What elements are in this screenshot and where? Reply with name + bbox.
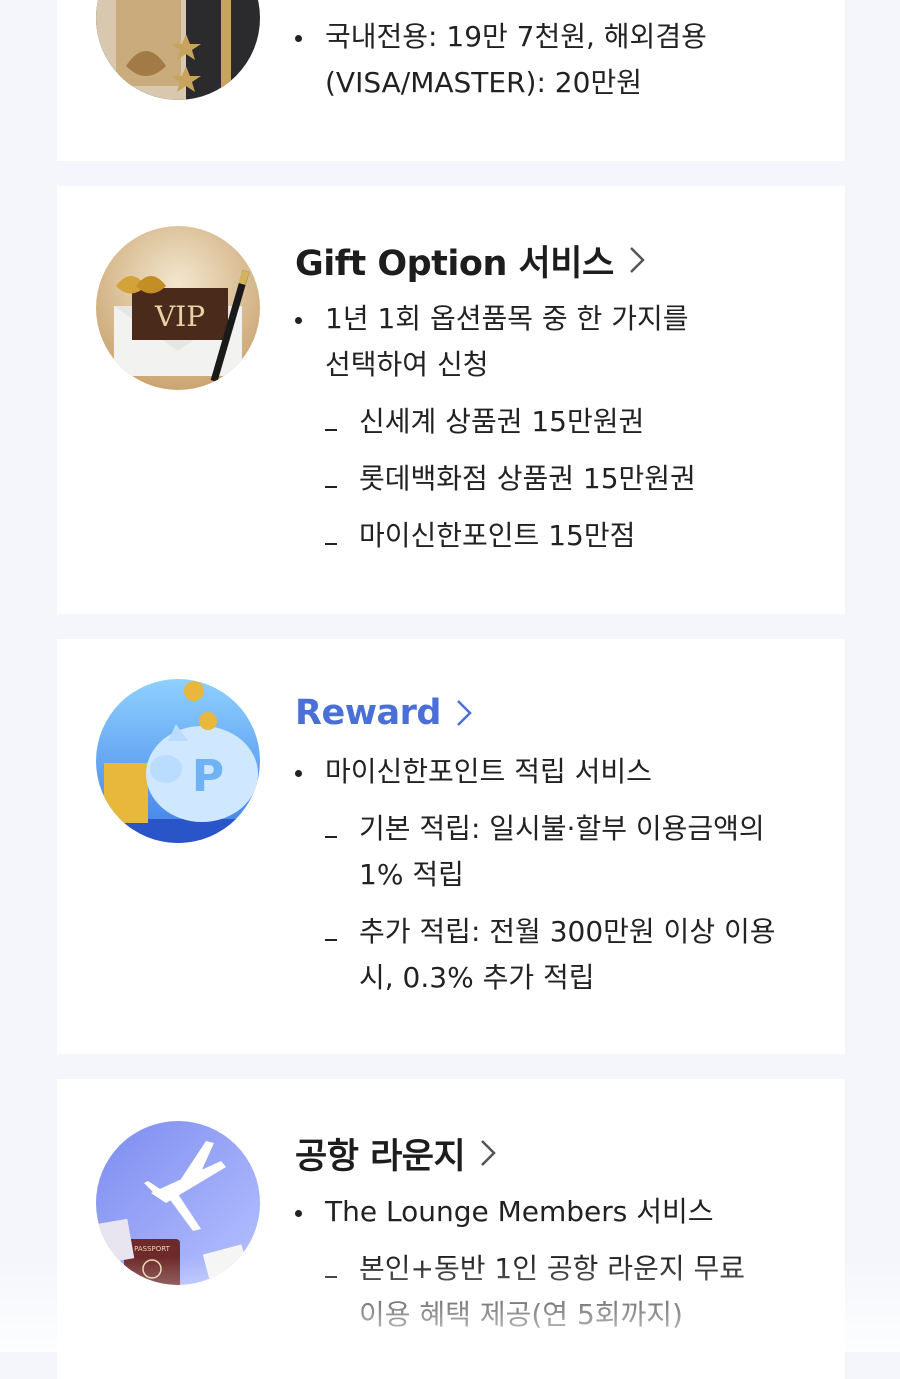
svg-text:P: P <box>192 751 224 802</box>
chevron-right-icon <box>629 247 645 273</box>
airplane-passport-image: PASSPORT <box>96 1121 260 1285</box>
gift-option-line1: 1년 1회 옵션품목 중 한 가지를 <box>325 302 689 335</box>
reward-item: 추가 적립: 전월 300만원 이상 이용 시, 0.3% 추가 적립 <box>295 909 805 1001</box>
gift-option-title-link[interactable]: Gift Option 서비스 <box>295 236 805 284</box>
lounge-item-line1: 본인+동반 1인 공항 라운지 무료 <box>359 1252 745 1285</box>
gift-option-item: 마이신한포인트 15만점 <box>295 513 805 559</box>
lounge-item: 본인+동반 1인 공항 라운지 무료 이용 혜택 제공(연 5회까지) <box>295 1246 805 1338</box>
annual-fee-bullet: 국내전용: 19만 7천원, 해외겸용 (VISA/MASTER): 20만원 <box>295 14 805 106</box>
lounge-card: PASSPORT 공항 라운지 The Lounge Members 서비스 본… <box>57 1079 845 1379</box>
lounge-bullet: The Lounge Members 서비스 <box>295 1189 805 1235</box>
reward-item-line2: 1% 적립 <box>359 858 464 891</box>
reward-bullet: 마이신한포인트 적립 서비스 <box>295 749 805 795</box>
reward-item-line1: 기본 적립: 일시불·할부 이용금액의 <box>359 812 765 845</box>
chevron-right-icon <box>457 700 472 726</box>
lounge-item-line2: 이용 혜택 제공(연 5회까지) <box>359 1298 683 1331</box>
gift-option-bullet: 1년 1회 옵션품목 중 한 가지를 선택하여 신청 <box>295 296 805 388</box>
gift-option-title: Gift Option 서비스 <box>295 243 614 284</box>
vip-envelope-image: VIP <box>96 226 260 390</box>
gift-option-line2: 선택하여 신청 <box>325 348 489 381</box>
lounge-title: 공항 라운지 <box>295 1136 466 1177</box>
reward-title: Reward <box>295 693 441 733</box>
svg-text:PASSPORT: PASSPORT <box>134 1245 171 1253</box>
reward-item-line1: 추가 적립: 전월 300만원 이상 이용 <box>359 915 776 948</box>
gift-box-image <box>96 0 260 100</box>
annual-fee-card: 국내전용: 19만 7천원, 해외겸용 (VISA/MASTER): 20만원 <box>57 0 845 161</box>
reward-card: P Reward 마이신한포인트 적립 서비스 기본 적립: 일시불·할부 이용… <box>57 639 845 1054</box>
chevron-right-icon <box>481 1140 496 1166</box>
gift-option-item: 롯데백화점 상품권 15만원권 <box>295 456 805 502</box>
svg-text:VIP: VIP <box>154 300 205 333</box>
lounge-title-link[interactable]: 공항 라운지 <box>295 1129 805 1177</box>
annual-fee-line1: 국내전용: 19만 7천원, 해외겸용 <box>325 20 707 53</box>
annual-fee-line2: (VISA/MASTER): 20만원 <box>325 66 642 99</box>
reward-item-line2: 시, 0.3% 추가 적립 <box>359 961 595 994</box>
gift-option-item: 신세계 상품권 15만원권 <box>295 399 805 445</box>
reward-title-link[interactable]: Reward <box>295 689 805 737</box>
reward-item: 기본 적립: 일시불·할부 이용금액의 1% 적립 <box>295 806 805 898</box>
piggy-bank-image: P <box>96 679 260 843</box>
gift-option-card: VIP Gift Option 서비스 1년 1회 옵션품목 중 한 가지를 선… <box>57 186 845 614</box>
